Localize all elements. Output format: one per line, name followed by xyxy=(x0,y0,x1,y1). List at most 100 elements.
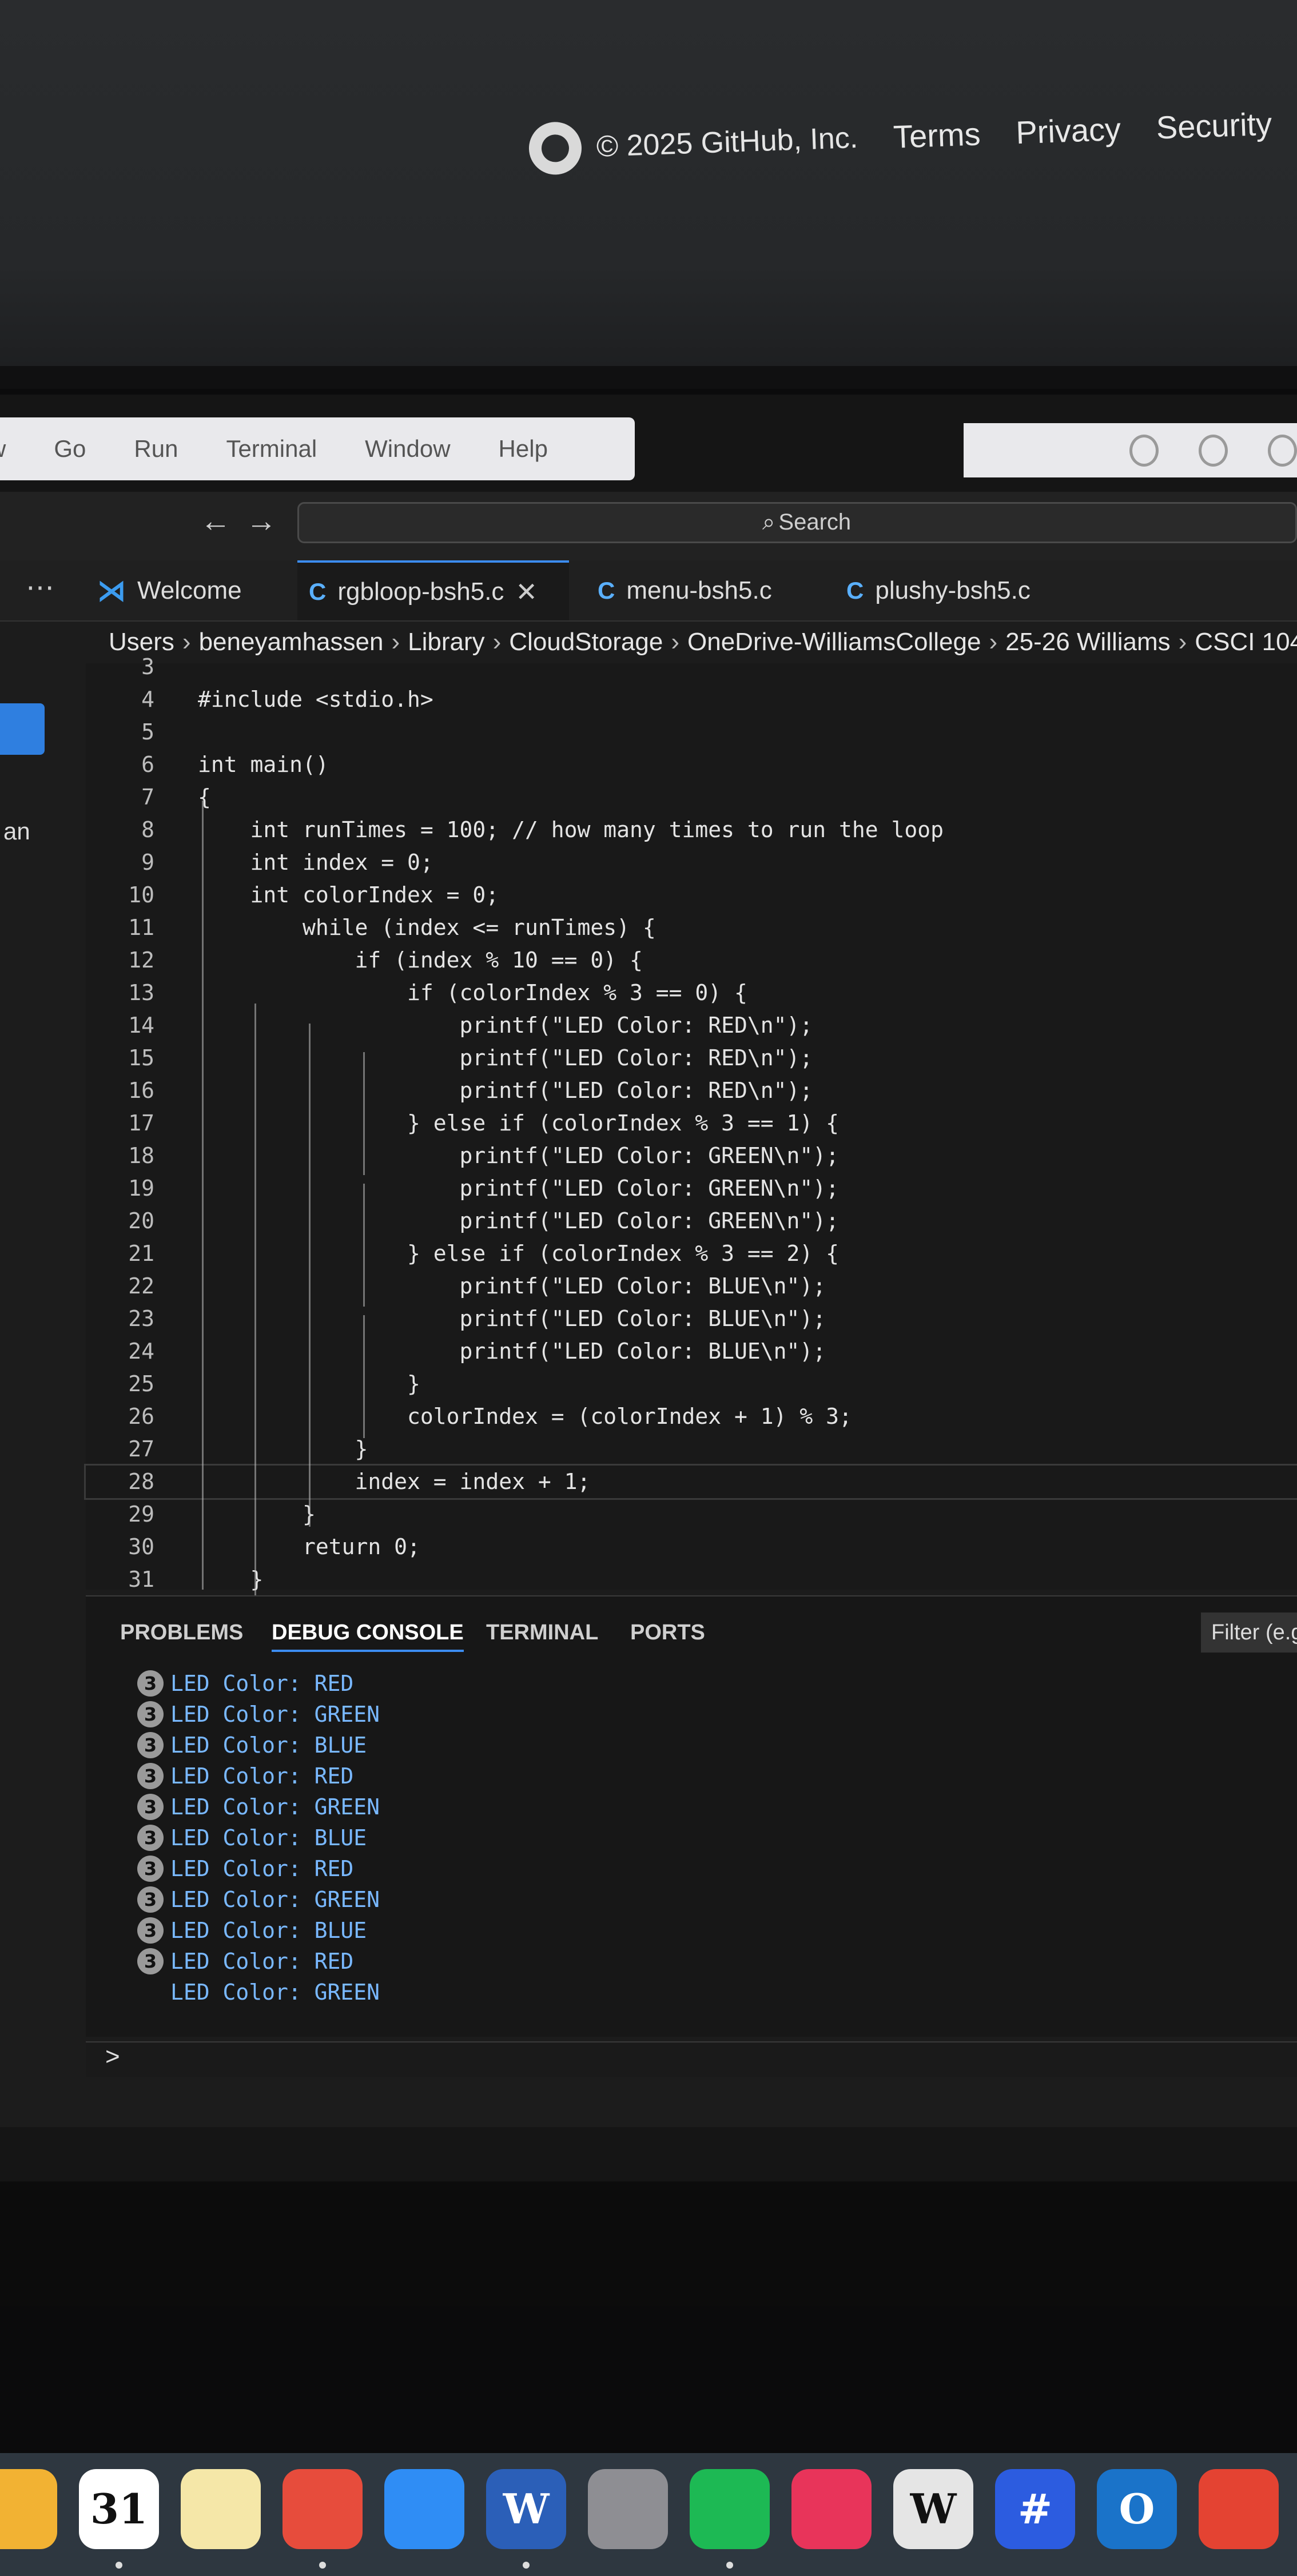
system-settings-icon[interactable] xyxy=(588,2469,668,2549)
console-line[interactable]: 3 LED Color: BLUE xyxy=(137,1822,367,1853)
code-editor[interactable]: 3 4 #include <stdio.h> 5 6 int main() 7{8 int … xyxy=(84,654,1297,1598)
console-text: LED Color: RED xyxy=(170,1949,354,1974)
line-number: 29 xyxy=(128,1502,154,1527)
console-line[interactable]: 3 LED Color: GREEN xyxy=(137,1791,380,1822)
code-line[interactable]: 5 xyxy=(86,716,1297,748)
search-label: ⌕ Search xyxy=(762,509,851,535)
filter-input[interactable]: Filter (e.g. xyxy=(1201,1613,1297,1653)
notes-icon[interactable] xyxy=(181,2469,261,2549)
repeat-count-badge: 3 xyxy=(137,1670,164,1697)
code-line[interactable]: 11 while (index <= runTimes) { xyxy=(86,911,1297,944)
code-line[interactable]: 29 } xyxy=(86,1498,1297,1531)
code-line[interactable]: 23 printf("LED Color: BLUE\n"); xyxy=(86,1303,1297,1335)
code-line[interactable]: 12 if (index % 10 == 0) { xyxy=(86,944,1297,977)
code-line[interactable]: 16 printf("LED Color: RED\n"); xyxy=(86,1074,1297,1107)
tab-rgbloop[interactable]: C rgbloop-bsh5.c ✕ xyxy=(297,560,569,620)
code-line[interactable]: 3 xyxy=(86,651,1297,683)
github-logo-icon[interactable] xyxy=(528,121,583,176)
code-line[interactable]: 17 } else if (colorIndex % 3 == 1) { xyxy=(86,1107,1297,1140)
code-line[interactable]: 13 if (colorIndex % 3 == 0) { xyxy=(86,977,1297,1009)
back-arrow-icon[interactable]: ← xyxy=(200,503,231,539)
code-line[interactable]: 4 #include <stdio.h> xyxy=(86,683,1297,716)
code-line[interactable]: 31 } xyxy=(86,1563,1297,1596)
code-line[interactable]: 21 } else if (colorIndex % 3 == 2) { xyxy=(86,1237,1297,1270)
line-number: 26 xyxy=(128,1404,154,1429)
tab-menu[interactable]: C menu-bsh5.c xyxy=(586,560,826,620)
console-line[interactable]: 3 LED Color: RED xyxy=(137,1853,353,1884)
menu-go[interactable]: Go xyxy=(30,435,110,463)
command-center-search[interactable]: ⌕ Search xyxy=(297,502,1297,543)
console-line[interactable]: LED Color: GREEN xyxy=(137,1977,380,2008)
menu-window[interactable]: Window xyxy=(341,435,474,463)
code-line[interactable]: 19 printf("LED Color: GREEN\n"); xyxy=(86,1172,1297,1205)
chatgpt-tray-icon[interactable] xyxy=(1199,434,1228,467)
code-text: printf("LED Color: RED\n"); xyxy=(198,1045,813,1070)
code-line[interactable]: 25 } xyxy=(86,1368,1297,1400)
vscode-window: ← → ⌕ Search ⋯ ⋊ Welcome C rgbloop-bsh5.c… xyxy=(0,492,1297,2127)
code-line[interactable]: 14 printf("LED Color: RED\n"); xyxy=(86,1009,1297,1042)
running-indicator xyxy=(319,2562,326,2569)
console-line[interactable]: 3 LED Color: BLUE xyxy=(137,1730,367,1761)
photos-icon[interactable] xyxy=(0,2469,57,2549)
indent-guide xyxy=(202,801,204,1590)
menu-view[interactable]: w xyxy=(0,435,30,463)
creative-cloud-icon[interactable] xyxy=(791,2469,872,2549)
tab-problems[interactable]: PROBLEMS xyxy=(120,1621,243,1645)
console-line[interactable]: 3 LED Color: GREEN xyxy=(137,1699,380,1730)
mac-menubar: w Go Run Terminal Window Help xyxy=(0,417,635,480)
menu-help[interactable]: Help xyxy=(475,435,572,463)
spotify-icon[interactable] xyxy=(690,2469,770,2549)
creative-cloud-tray-icon[interactable] xyxy=(1129,434,1159,467)
app-store-icon[interactable] xyxy=(384,2469,464,2549)
repeat-count-badge: 3 xyxy=(137,1917,164,1944)
code-line[interactable]: 6 int main() xyxy=(86,748,1297,781)
tab-welcome[interactable]: ⋊ Welcome xyxy=(86,560,297,620)
tab-debug-console[interactable]: DEBUG CONSOLE xyxy=(272,1621,464,1652)
calendar-icon[interactable]: 31 xyxy=(79,2469,159,2549)
console-line[interactable]: 3 LED Color: RED xyxy=(137,1761,353,1791)
code-line[interactable]: 15 printf("LED Color: RED\n"); xyxy=(86,1042,1297,1074)
code-text: int colorIndex = 0; xyxy=(198,882,499,907)
console-line[interactable]: 3 LED Color: RED xyxy=(137,1946,353,1977)
tab-plushy[interactable]: C plushy-bsh5.c xyxy=(835,560,1081,620)
code-line[interactable]: 22 printf("LED Color: BLUE\n"); xyxy=(86,1270,1297,1303)
tab-ports[interactable]: PORTS xyxy=(630,1621,705,1645)
close-icon[interactable]: ✕ xyxy=(515,576,538,607)
code-line[interactable]: 27 } xyxy=(86,1433,1297,1466)
footer-link-terms[interactable]: Terms xyxy=(893,115,981,155)
code-line[interactable]: 20 printf("LED Color: GREEN\n"); xyxy=(86,1205,1297,1237)
outlook-icon[interactable]: O xyxy=(1097,2469,1177,2549)
console-input[interactable]: > xyxy=(86,2041,1297,2077)
console-line[interactable]: 3 LED Color: RED xyxy=(137,1668,353,1699)
code-line[interactable]: 8 int runTimes = 100; // how many times … xyxy=(86,814,1297,846)
more-actions-icon[interactable]: ⋯ xyxy=(26,571,54,604)
laptop-bezel xyxy=(0,2181,1297,2306)
teams-icon[interactable]: # xyxy=(995,2469,1075,2549)
tab-terminal[interactable]: TERMINAL xyxy=(486,1621,598,1645)
code-line[interactable]: 10 int colorIndex = 0; xyxy=(86,879,1297,911)
todoist-icon[interactable] xyxy=(1199,2469,1279,2549)
line-number: 16 xyxy=(128,1078,154,1103)
wikipedia-icon[interactable]: W xyxy=(893,2469,973,2549)
code-line[interactable]: 7{ xyxy=(86,781,1297,814)
menu-run[interactable]: Run xyxy=(110,435,202,463)
code-line[interactable]: 18 printf("LED Color: GREEN\n"); xyxy=(86,1140,1297,1172)
chrome-icon[interactable] xyxy=(283,2469,363,2549)
word-icon[interactable]: W xyxy=(486,2469,566,2549)
footer-link-privacy[interactable]: Privacy xyxy=(1015,110,1121,150)
forward-arrow-icon[interactable]: → xyxy=(246,503,277,539)
console-line[interactable]: 3 LED Color: GREEN xyxy=(137,1884,380,1915)
code-line[interactable]: 26 colorIndex = (colorIndex + 1) % 3; xyxy=(86,1400,1297,1433)
console-line[interactable]: 3 LED Color: BLUE xyxy=(137,1915,367,1946)
menu-terminal[interactable]: Terminal xyxy=(202,435,341,463)
footer-link-security[interactable]: Security xyxy=(1156,105,1272,146)
grammarly-tray-icon[interactable] xyxy=(1268,434,1297,467)
code-line[interactable]: 28 index = index + 1; xyxy=(84,1464,1297,1500)
indent-guide xyxy=(363,1184,365,1307)
line-number: 24 xyxy=(128,1339,154,1364)
code-line[interactable]: 30 return 0; xyxy=(86,1531,1297,1563)
search-icon: ⌕ xyxy=(762,509,775,535)
sidebar-selected-item[interactable] xyxy=(0,703,45,755)
code-line[interactable]: 24 printf("LED Color: BLUE\n"); xyxy=(86,1335,1297,1368)
code-line[interactable]: 9 int index = 0; xyxy=(86,846,1297,879)
